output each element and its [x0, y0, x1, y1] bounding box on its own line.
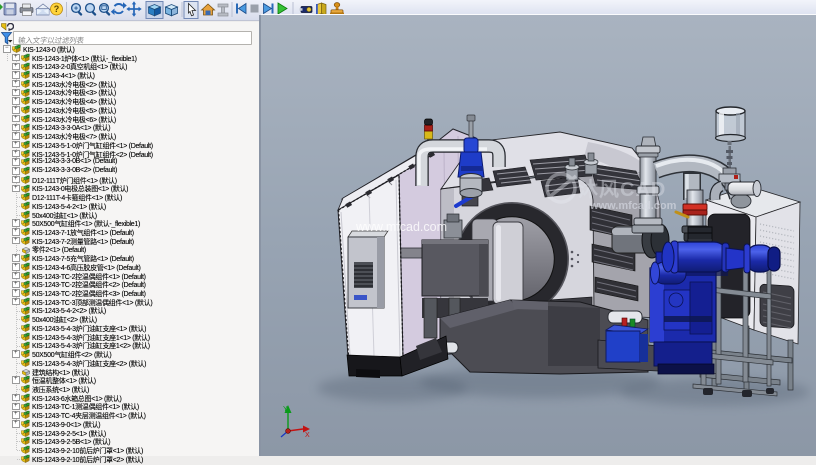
svg-text:www.mfcad.com: www.mfcad.com	[355, 220, 447, 234]
svg-text:www.mfcad.com: www.mfcad.com	[589, 200, 677, 212]
svg-text:Y: Y	[283, 406, 288, 413]
svg-text:沐风CAD: 沐风CAD	[578, 178, 666, 201]
svg-text:?: ?	[54, 4, 60, 14]
svg-text:X: X	[305, 432, 310, 439]
svg-text:+: +	[74, 6, 78, 13]
